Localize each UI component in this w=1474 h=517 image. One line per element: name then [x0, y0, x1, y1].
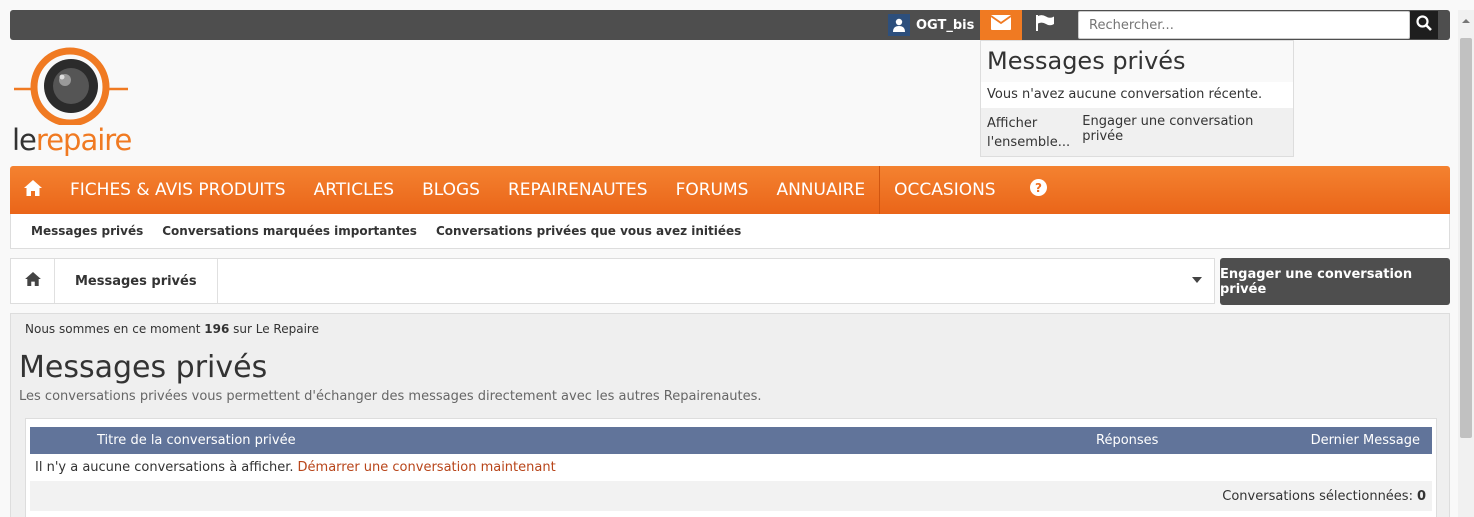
- nav-item-fiches[interactable]: FICHES & AVIS PRODUITS: [56, 166, 300, 214]
- main-content: Nous sommes en ce moment 196 sur Le Repa…: [10, 313, 1450, 517]
- search-button[interactable]: [1410, 11, 1438, 39]
- col-last-message[interactable]: Dernier Message: [1311, 433, 1420, 448]
- user-icon: [888, 14, 910, 36]
- breadcrumb-home[interactable]: [11, 259, 55, 303]
- envelope-icon: [990, 15, 1012, 35]
- table-header: Titre de la conversation privée Réponses…: [30, 427, 1432, 454]
- page-description: Les conversations privées vous permetten…: [19, 389, 762, 404]
- sub-nav: Messages privés Conversations marquées i…: [10, 214, 1450, 249]
- main-nav: FICHES & AVIS PRODUITS ARTICLES BLOGS RE…: [10, 166, 1450, 214]
- table-footer: Conversations sélectionnées: 0: [30, 481, 1432, 511]
- search-input[interactable]: [1078, 11, 1410, 39]
- breadcrumb: Messages privés: [10, 258, 1215, 304]
- chevron-down-icon[interactable]: [1192, 277, 1202, 283]
- user-menu[interactable]: OGT_bis: [888, 10, 974, 40]
- private-messages-dropdown: Messages privés Vous n'avez aucune conve…: [980, 40, 1294, 157]
- nav-item-repairenautes[interactable]: REPAIRENAUTES: [494, 166, 662, 214]
- breadcrumb-current[interactable]: Messages privés: [55, 259, 218, 303]
- svg-text:?: ?: [1035, 181, 1042, 195]
- nav-help[interactable]: ?: [1024, 166, 1054, 214]
- conversations-table: Titre de la conversation privée Réponses…: [25, 418, 1437, 517]
- nav-item-forums[interactable]: FORUMS: [662, 166, 763, 214]
- dropdown-title: Messages privés: [987, 47, 1186, 75]
- start-conversation-button[interactable]: Engager une conversation privée: [1220, 258, 1450, 305]
- dropdown-footer: Afficher l'ensemble... Engager une conve…: [981, 108, 1293, 156]
- show-all-link[interactable]: Afficher l'ensemble...: [987, 114, 1072, 150]
- nav-item-occasions[interactable]: OCCASIONS: [879, 166, 1009, 214]
- col-replies[interactable]: Réponses: [1096, 433, 1158, 448]
- nav-item-blogs[interactable]: BLOGS: [408, 166, 494, 214]
- online-count: Nous sommes en ce moment 196 sur Le Repa…: [25, 322, 319, 336]
- logo-wordmark: lerepaire: [12, 123, 132, 157]
- inbox-button[interactable]: [980, 10, 1022, 40]
- nav-item-articles[interactable]: ARTICLES: [300, 166, 408, 214]
- subnav-starred[interactable]: Conversations marquées importantes: [162, 224, 417, 238]
- nav-item-annuaire[interactable]: ANNUAIRE: [762, 166, 879, 214]
- page-title: Messages privés: [19, 350, 268, 385]
- subnav-messages[interactable]: Messages privés: [31, 224, 143, 238]
- dropdown-empty-text: Vous n'avez aucune conversation récente.: [981, 82, 1293, 108]
- subnav-initiated[interactable]: Conversations privées que vous avez init…: [436, 224, 741, 238]
- home-icon: [24, 179, 42, 201]
- help-icon: ?: [1030, 179, 1048, 201]
- top-bar: OGT_bis: [10, 10, 1450, 40]
- scroll-up-arrow[interactable]: [1459, 14, 1473, 28]
- search-icon: [1416, 14, 1432, 36]
- table-empty-row: Il n'y a aucune conversations à afficher…: [35, 460, 556, 475]
- col-title[interactable]: Titre de la conversation privée: [97, 433, 296, 448]
- flag-icon: [1036, 14, 1054, 36]
- alerts-button[interactable]: [1024, 10, 1066, 40]
- home-icon: [24, 271, 41, 291]
- username: OGT_bis: [916, 17, 975, 33]
- start-now-link[interactable]: Démarrer une conversation maintenant: [298, 460, 556, 475]
- scrollbar-thumb[interactable]: [1460, 38, 1472, 438]
- selected-count: 0: [1416, 488, 1426, 504]
- nav-home[interactable]: [10, 166, 56, 214]
- start-conversation-link[interactable]: Engager une conversation privée: [1082, 114, 1287, 150]
